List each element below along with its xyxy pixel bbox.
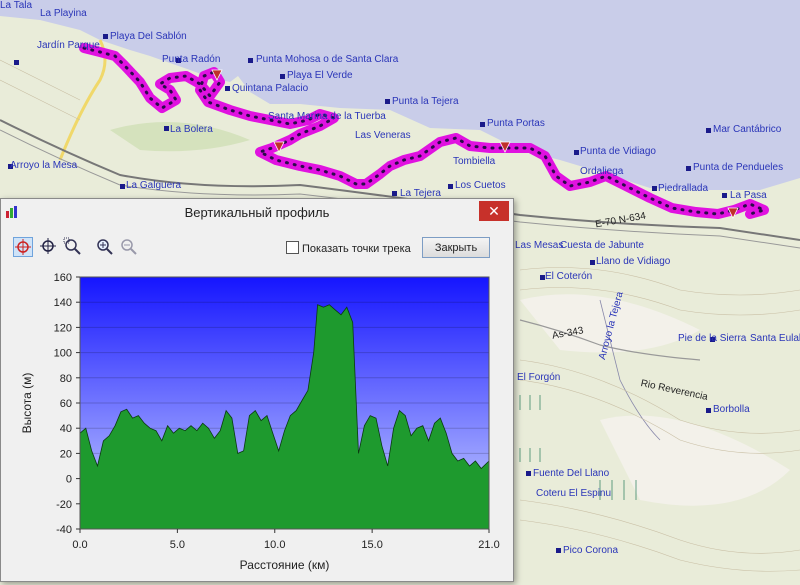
map-label: Punta Mohosa o de Santa Clara (256, 54, 399, 65)
y-tick-label: -40 (56, 524, 72, 536)
map-label: Playa El Verde (287, 70, 353, 81)
map-label: Punta la Tejera (392, 96, 459, 107)
y-tick-label: -20 (56, 499, 72, 511)
x-tick-label: 5.0 (170, 539, 185, 551)
map-label: Ordaliega (580, 166, 624, 177)
map-label: La Playina (40, 8, 87, 19)
y-tick-label: 40 (60, 423, 72, 435)
show-track-points-label: Показать точки трека (302, 243, 411, 255)
dialog-title: Вертикальный профиль (184, 205, 330, 220)
map-label: La Bolera (170, 124, 213, 135)
y-tick-label: 60 (60, 398, 72, 410)
map-label: Las Veneras (355, 130, 411, 141)
x-tick-label: 15.0 (361, 539, 382, 551)
y-tick-label: 140 (54, 297, 72, 309)
y-tick-label: 160 (54, 272, 72, 284)
y-tick-label: 100 (54, 348, 72, 360)
map-label: Tombiella (453, 156, 496, 167)
zoom-area-icon[interactable] (63, 237, 83, 257)
zoom-in-icon[interactable] (95, 237, 115, 257)
map-label: Pico Corona (563, 545, 619, 556)
map-label: Llano de Vidiago (596, 256, 671, 267)
x-tick-label: 21.0 (478, 539, 499, 551)
y-axis-ticks: 160 140 120 100 80 60 40 20 0 -20 -40 (54, 272, 80, 536)
map-label: Santa Eulalia (750, 333, 800, 344)
crosshair-active-icon[interactable] (13, 237, 33, 257)
map-label: Punta Portas (487, 118, 545, 129)
close-button[interactable]: Закрыть (422, 237, 490, 258)
y-tick-label: 80 (60, 373, 72, 385)
map-label: Mar Cantábrico (713, 124, 782, 135)
y-tick-label: 0 (66, 474, 72, 486)
map-label: Piedrallada (658, 183, 709, 194)
map-label: Punta de Pendueles (693, 162, 784, 173)
x-axis-ticks: 0.0 5.0 10.0 15.0 21.0 (72, 529, 500, 551)
map-label: Cuesta de Jabunte (560, 240, 644, 251)
road-as263 (58, 39, 107, 161)
close-window-button[interactable]: ✕ (479, 201, 509, 221)
map-label: Santa Marina de la Tuerba (268, 111, 386, 122)
zoom-out-icon[interactable] (119, 237, 139, 257)
map-label: Jardín Parque (37, 40, 100, 51)
map-label: La Galguera (126, 180, 182, 191)
show-track-points-checkbox[interactable] (286, 241, 299, 254)
map-label: Los Cuetos (455, 180, 506, 191)
map-label: Borbolla (713, 404, 750, 415)
map-label: Pie de la Sierra (678, 333, 747, 344)
x-tick-label: 0.0 (72, 539, 87, 551)
dialog-titlebar[interactable]: Вертикальный профиль ✕ (1, 199, 513, 227)
show-track-points-option[interactable]: Показать точки трека (286, 241, 411, 255)
hill-shading (600, 415, 790, 506)
map-label: Punta de Vidiago (580, 146, 656, 157)
map-label: La Tala (0, 0, 33, 11)
y-tick-label: 120 (54, 322, 72, 334)
map-label: Quintana Palacio (232, 83, 309, 94)
map-label: El Coterón (545, 271, 593, 282)
x-axis-label: Расстояние (км) (240, 558, 330, 572)
map-label: La Pasa (730, 190, 767, 201)
map-label: Playa Del Sablón (110, 31, 187, 42)
map-label: El Forgón (517, 372, 561, 383)
map-label: Coteru El Espinu (536, 488, 612, 499)
y-axis-label: Высота (м) (20, 373, 34, 434)
x-tick-label: 10.0 (264, 539, 285, 551)
y-tick-label: 20 (60, 448, 72, 460)
map-label: Punta Radón (162, 54, 221, 65)
elevation-chart[interactable]: 160 140 120 100 80 60 40 20 0 -20 -40 0.0 5.0 10.0 15… (1, 267, 513, 579)
crosshair-icon[interactable] (39, 237, 59, 257)
elevation-profile-dialog[interactable]: Вертикальный профиль ✕ Показать точки тр… (0, 198, 514, 582)
map-label: Las Mesas (515, 240, 564, 251)
map-label: Arroyo la Mesa (10, 160, 78, 171)
map-label: Fuente Del Llano (533, 468, 610, 479)
